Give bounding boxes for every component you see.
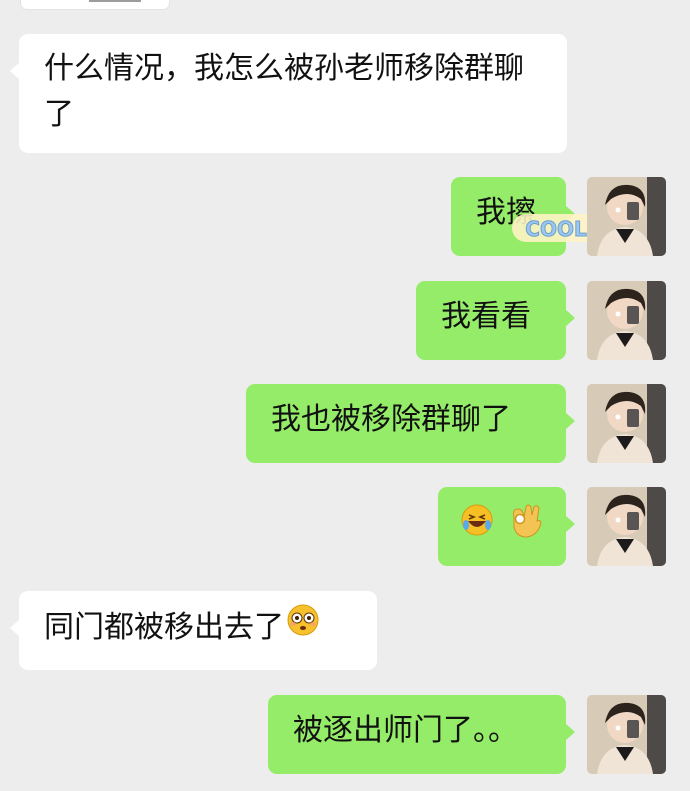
message-bubble-outgoing[interactable]: 被逐出师门了。。 (268, 695, 575, 774)
rofl-emoji (460, 503, 494, 550)
message-text: 什么情况，我怎么被孙老师移除群聊了 (44, 51, 524, 132)
message-bubble-incoming[interactable]: 什么情况，我怎么被孙老师移除群聊了 (10, 34, 567, 153)
message-text: 被逐出师门了。。 (293, 713, 518, 748)
message-bubble-outgoing[interactable]: 我看看 (416, 281, 575, 360)
message-text: 同门都被移出去了 (44, 610, 284, 645)
avatar[interactable] (587, 281, 666, 360)
top-message-box (20, 0, 170, 10)
avatar[interactable] (587, 177, 666, 256)
flushed-emoji (286, 603, 320, 650)
ok-hand-emoji (510, 501, 544, 552)
message-bubble-outgoing[interactable] (438, 487, 575, 566)
divider-line (89, 0, 141, 2)
message-text: 我看看 (441, 299, 531, 334)
message-text: 我也被移除群聊了 (271, 402, 511, 437)
message-bubble-outgoing[interactable]: 我也被移除群聊了 (246, 384, 575, 463)
avatar[interactable] (587, 695, 666, 774)
avatar[interactable] (587, 487, 666, 566)
avatar[interactable] (587, 384, 666, 463)
sticker-text: COOL (525, 217, 587, 241)
message-bubble-incoming[interactable]: 同门都被移出去了 (10, 591, 377, 670)
